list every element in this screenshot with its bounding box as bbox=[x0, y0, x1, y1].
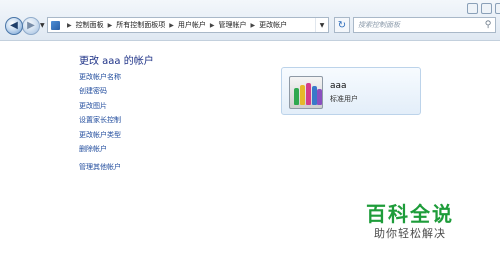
forward-button[interactable]: ▶ bbox=[22, 17, 40, 35]
parental-controls-link[interactable]: 设置家长控制 bbox=[79, 113, 121, 127]
create-password-link[interactable]: 创建密码 bbox=[79, 84, 121, 98]
recent-pages-dropdown[interactable]: ▼ bbox=[40, 22, 45, 29]
account-card: aaa 标准用户 bbox=[281, 67, 421, 115]
address-dropdown-icon[interactable]: ▼ bbox=[315, 18, 328, 32]
breadcrumb-separator-icon[interactable]: ▶ bbox=[108, 22, 113, 29]
refresh-button[interactable]: ↻ bbox=[334, 17, 350, 33]
refresh-icon: ↻ bbox=[337, 19, 347, 31]
task-list: 更改帐户名称 创建密码 更改图片 设置家长控制 更改帐户类型 删除帐户 管理其他… bbox=[79, 70, 121, 175]
breadcrumb[interactable]: ▶ 控制面板 ▶ 所有控制面板项 ▶ 用户帐户 ▶ 管理帐户 ▶ 更改帐户 ▼ bbox=[47, 17, 329, 33]
account-name: aaa bbox=[330, 81, 347, 91]
window-control-icon[interactable] bbox=[481, 3, 492, 14]
watermark-title: 百科全说 bbox=[366, 202, 454, 226]
back-button[interactable]: ◀ bbox=[5, 17, 23, 35]
search-placeholder: 搜索控制面板 bbox=[358, 21, 400, 29]
delete-account-link[interactable]: 删除帐户 bbox=[79, 142, 121, 156]
change-picture-link[interactable]: 更改图片 bbox=[79, 99, 121, 113]
breadcrumb-item-manage-accounts[interactable]: 管理帐户 bbox=[219, 20, 247, 30]
search-icon[interactable]: ⚲ bbox=[481, 20, 495, 30]
avatar bbox=[289, 76, 323, 109]
window-controls bbox=[467, 3, 500, 14]
breadcrumb-item-change-account[interactable]: 更改帐户 bbox=[259, 20, 287, 30]
manage-other-accounts-link[interactable]: 管理其他帐户 bbox=[79, 160, 121, 174]
search-input[interactable]: 搜索控制面板 ⚲ bbox=[353, 17, 496, 33]
breadcrumb-separator-icon[interactable]: ▶ bbox=[67, 22, 72, 29]
breadcrumb-item-user-accounts[interactable]: 用户帐户 bbox=[178, 20, 206, 30]
breadcrumb-separator-icon[interactable]: ▶ bbox=[210, 22, 215, 29]
control-panel-icon bbox=[51, 20, 60, 30]
window-control-icon[interactable] bbox=[495, 3, 500, 14]
breadcrumb-item-all-items[interactable]: 所有控制面板项 bbox=[116, 20, 165, 30]
window-control-icon[interactable] bbox=[467, 3, 478, 14]
watermark-subtitle: 助你轻松解决 bbox=[374, 227, 446, 240]
watermark: 百科全说 助你轻松解决 bbox=[362, 203, 458, 243]
back-arrow-icon: ◀ bbox=[10, 20, 18, 31]
account-type: 标准用户 bbox=[330, 95, 358, 103]
breadcrumb-item-control-panel[interactable]: 控制面板 bbox=[76, 20, 104, 30]
breadcrumb-separator-icon[interactable]: ▶ bbox=[251, 22, 256, 29]
forward-arrow-icon: ▶ bbox=[27, 20, 35, 31]
change-account-name-link[interactable]: 更改帐户名称 bbox=[79, 70, 121, 84]
page-title: 更改 aaa 的帐户 bbox=[79, 56, 154, 67]
breadcrumb-separator-icon[interactable]: ▶ bbox=[169, 22, 174, 29]
change-account-type-link[interactable]: 更改帐户类型 bbox=[79, 128, 121, 142]
address-bar: ◀ ▶ ▼ ▶ 控制面板 ▶ 所有控制面板项 ▶ 用户帐户 ▶ 管理帐户 ▶ 更… bbox=[0, 0, 500, 41]
